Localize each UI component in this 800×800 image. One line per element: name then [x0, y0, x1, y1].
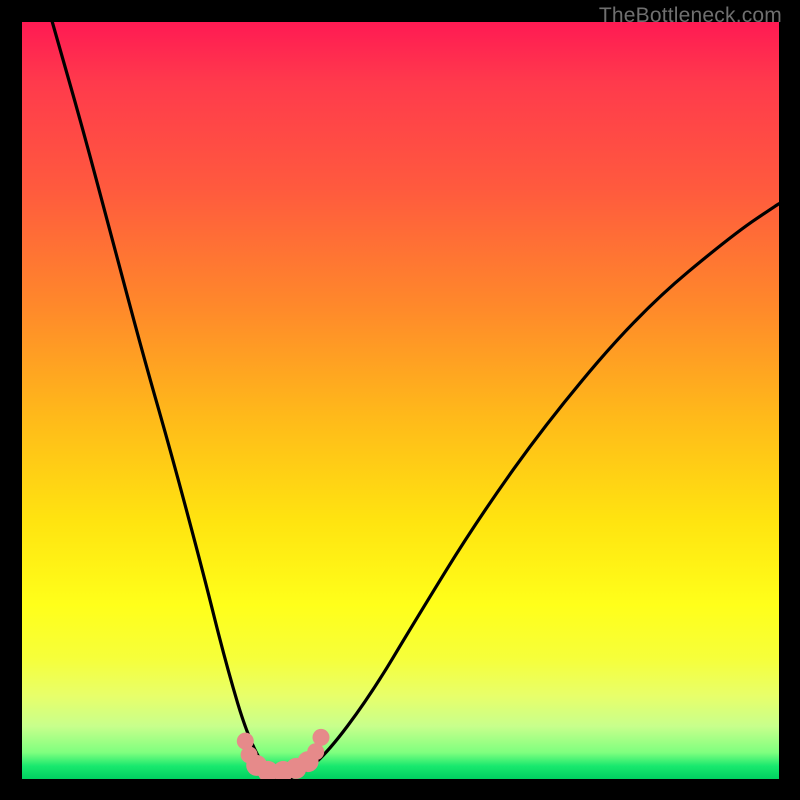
plot-area	[22, 22, 779, 779]
chart-frame: TheBottleneck.com	[0, 0, 800, 800]
min-cluster-dot	[313, 729, 330, 746]
min-cluster	[237, 729, 330, 779]
bottleneck-curve	[52, 22, 779, 779]
watermark-text: TheBottleneck.com	[599, 4, 782, 28]
curve-layer	[22, 22, 779, 779]
